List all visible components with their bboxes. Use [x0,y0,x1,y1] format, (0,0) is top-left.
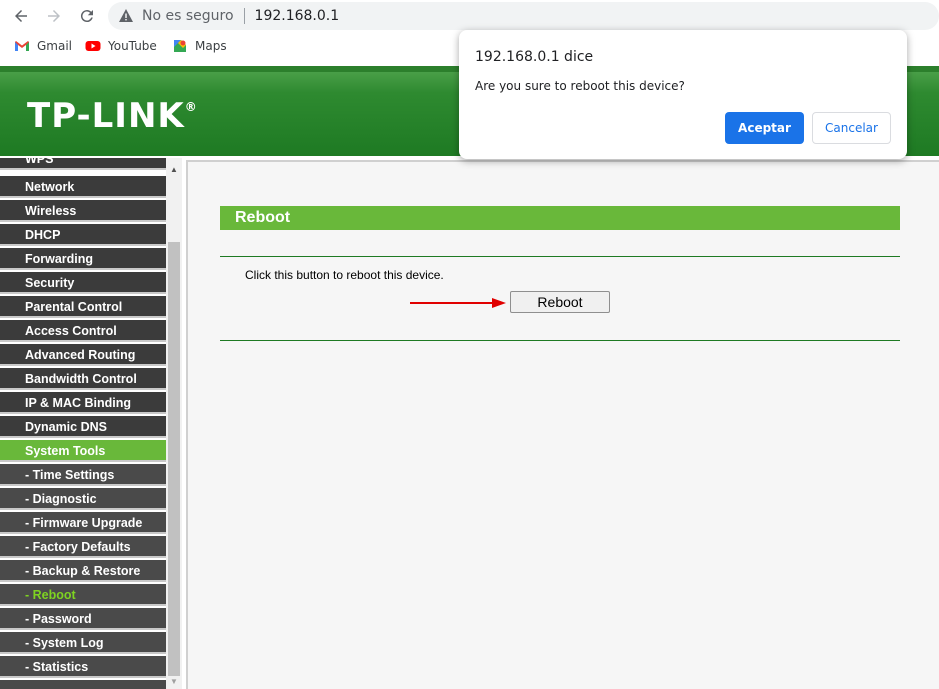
reboot-description: Click this button to reboot this device. [245,268,444,282]
tp-link-logo: TP-LINK® [27,96,198,136]
sidebar-item-partial [0,680,166,689]
address-bar[interactable]: No es seguro 192.168.0.1 [108,2,939,30]
arrow-left-icon [15,10,27,22]
sidebar-item-parental-control[interactable]: Parental Control [0,296,166,318]
sidebar-item-network[interactable]: Network [0,176,166,198]
sidebar-item-system-tools[interactable]: System Tools [0,440,166,462]
sidebar-item-password[interactable]: - Password [0,608,166,630]
sidebar-item-backup-restore[interactable]: - Backup & Restore [0,560,166,582]
youtube-icon [85,41,101,51]
back-button[interactable] [9,4,33,28]
bookmark-youtube[interactable]: YouTube [85,38,157,54]
sidebar-item-firmware-upgrade[interactable]: - Firmware Upgrade [0,512,166,534]
sidebar-item-reboot[interactable]: - Reboot [0,584,166,606]
browser-toolbar: No es seguro 192.168.0.1 [0,0,939,32]
reload-icon [80,10,93,23]
sidebar-item-factory-defaults[interactable]: - Factory Defaults [0,536,166,558]
sidebar-scroll-thumb[interactable] [168,242,180,676]
sidebar-item-ip-mac-binding[interactable]: IP & MAC Binding [0,392,166,414]
security-label: No es seguro [142,8,234,24]
main-content-frame [186,160,939,689]
arrow-right-icon [48,10,60,22]
sidebar-item-dynamic-dns[interactable]: Dynamic DNS [0,416,166,438]
url-text: 192.168.0.1 [254,8,340,24]
sidebar-item-diagnostic[interactable]: - Diagnostic [0,488,166,510]
forward-button[interactable] [42,4,66,28]
sidebar-item-security[interactable]: Security [0,272,166,294]
gmail-icon [15,41,29,51]
dialog-message: Are you sure to reboot this device? [475,79,685,93]
sidebar-item-advanced-routing[interactable]: Advanced Routing [0,344,166,366]
reboot-button[interactable]: Reboot [510,291,610,313]
confirm-dialog: 192.168.0.1 dice Are you sure to reboot … [459,30,907,159]
sidebar-item-wps[interactable]: WPS [0,158,166,170]
accept-button[interactable]: Aceptar [725,112,804,144]
omnibox-separator [243,8,245,24]
sidebar-menu: WPS Network Wireless DHCP Forwarding Sec… [0,158,166,689]
bookmark-maps[interactable]: Maps [172,38,227,54]
sidebar-item-dhcp[interactable]: DHCP [0,224,166,246]
bookmark-label: YouTube [108,39,157,53]
bookmark-label: Maps [195,39,227,53]
sidebar-item-time-settings[interactable]: - Time Settings [0,464,166,486]
bookmark-gmail[interactable]: Gmail [14,38,72,54]
warning-triangle-icon [119,9,133,22]
sidebar-item-bandwidth-control[interactable]: Bandwidth Control [0,368,166,390]
bookmark-label: Gmail [37,39,73,53]
cancel-button[interactable]: Cancelar [812,112,891,144]
dialog-title: 192.168.0.1 dice [475,49,594,65]
sidebar-item-forwarding[interactable]: Forwarding [0,248,166,270]
section-title: Reboot [220,206,900,230]
red-arrow-icon [410,298,506,308]
sidebar-item-system-log[interactable]: - System Log [0,632,166,654]
reload-button[interactable] [75,4,99,28]
divider-top [220,256,900,257]
sidebar-item-wireless[interactable]: Wireless [0,200,166,222]
sidebar-item-statistics[interactable]: - Statistics [0,656,166,678]
sidebar-item-access-control[interactable]: Access Control [0,320,166,342]
scroll-up-icon[interactable]: ▲ [166,162,182,178]
divider-bottom [220,340,900,341]
maps-icon [174,40,186,52]
scroll-down-icon[interactable]: ▼ [166,674,182,689]
